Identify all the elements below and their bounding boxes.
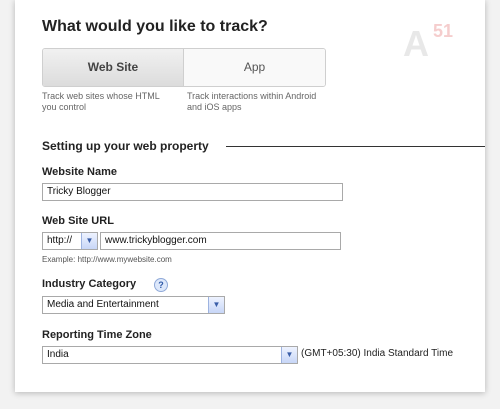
section-divider [226, 146, 485, 147]
industry-category-value: Media and Entertainment [47, 299, 159, 310]
time-zone-label: Reporting Time Zone [42, 329, 152, 341]
industry-category-label: Industry Category [42, 278, 137, 290]
website-name-input[interactable]: Tricky Blogger [42, 183, 343, 201]
website-url-input[interactable]: www.trickyblogger.com [100, 232, 341, 250]
protocol-value: http:// [47, 235, 73, 246]
tab-app[interactable]: App [184, 49, 325, 86]
property-type-tabs: Web Site App [42, 48, 326, 87]
logo-number: 51 [433, 21, 454, 41]
chevron-down-icon[interactable]: ▼ [281, 347, 297, 363]
track-setup-panel: What would you like to track? A 51 Web S… [15, 0, 485, 392]
app-description: Track interactions within Android and iO… [187, 91, 317, 112]
time-zone-value: (GMT+05:30) India Standard Time [301, 348, 454, 359]
chevron-down-icon[interactable]: ▼ [208, 297, 224, 313]
time-zone-country-select[interactable]: India ▼ [42, 346, 298, 364]
help-icon[interactable]: ? [154, 278, 168, 292]
tab-web-site[interactable]: Web Site [43, 49, 184, 86]
url-example-text: Example: http://www.mywebsite.com [42, 255, 172, 264]
website-url-label: Web Site URL [42, 215, 114, 227]
logo-letter: A [403, 23, 429, 64]
time-zone-country-value: India [47, 349, 69, 360]
page-title: What would you like to track? [42, 18, 268, 35]
chevron-down-icon[interactable]: ▼ [81, 233, 97, 249]
web-site-description: Track web sites whose HTML you control [42, 91, 160, 112]
section-title: Setting up your web property [42, 139, 209, 153]
industry-category-select[interactable]: Media and Entertainment ▼ [42, 296, 225, 314]
a51-logo: A 51 [403, 21, 477, 64]
website-name-label: Website Name [42, 166, 117, 178]
protocol-select[interactable]: http:// ▼ [42, 232, 98, 250]
